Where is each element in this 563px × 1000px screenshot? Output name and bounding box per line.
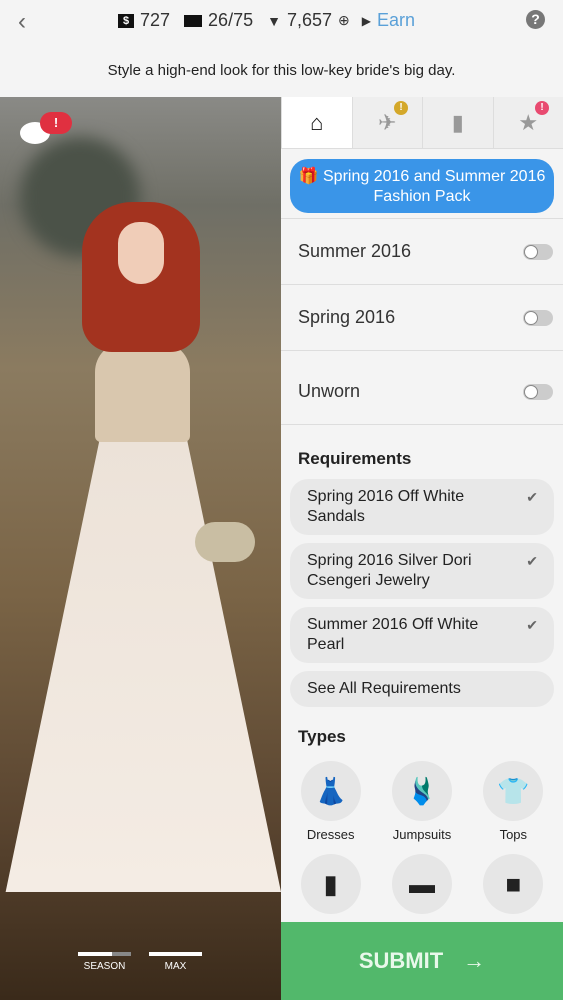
types-heading: Types bbox=[298, 727, 346, 746]
diamond-icon: ▼ bbox=[267, 12, 281, 29]
avatar-face bbox=[118, 222, 164, 284]
tab-hair[interactable]: ✈! bbox=[351, 97, 422, 148]
skirt-icon: ■ bbox=[483, 854, 544, 914]
filter-unworn: Unworn bbox=[281, 351, 563, 425]
filter-spring-2016: Spring 2016 bbox=[281, 285, 563, 351]
max-meter: MAX bbox=[149, 952, 202, 972]
dress-icon: 👗 bbox=[300, 761, 361, 821]
type-pants[interactable]: ▮ bbox=[291, 854, 371, 920]
requirement-item[interactable]: Summer 2016 Off White Pearl ✔ bbox=[290, 607, 554, 663]
diamonds-value: 7,657 bbox=[286, 10, 332, 30]
submit-button[interactable]: SUBMIT → bbox=[281, 922, 563, 1000]
category-tabs: ⌂ ✈! ▮ ★! bbox=[281, 97, 563, 149]
requirements-heading: Requirements bbox=[298, 449, 412, 468]
spring-2016-toggle[interactable] bbox=[523, 309, 553, 326]
lipstick-icon: ▮ bbox=[451, 109, 464, 135]
ticket-icon bbox=[184, 14, 203, 27]
hanger-icon: ⌂ bbox=[310, 109, 324, 135]
avatar-scene: ! SEASON MAX bbox=[0, 97, 281, 1000]
check-icon: ✔ bbox=[526, 553, 538, 569]
see-all-requirements-button[interactable]: See All Requirements bbox=[290, 671, 554, 707]
tickets-value: 26/75 bbox=[208, 10, 254, 30]
jumpsuit-icon: 🩱 bbox=[391, 761, 452, 821]
cash-value: 727 bbox=[140, 10, 171, 30]
requirement-item[interactable]: Spring 2016 Silver Dori Csengeri Jewelry… bbox=[290, 543, 554, 599]
top-bar: ‹ $ 727 26/75 ▼ 7,657 ⊕ ▶ Earn ? bbox=[0, 0, 563, 42]
unworn-toggle[interactable] bbox=[523, 383, 553, 400]
type-jumpsuits[interactable]: 🩱 Jumpsuits bbox=[382, 761, 462, 842]
arrow-right-icon: → bbox=[463, 948, 486, 973]
star-wand-icon: ★ bbox=[518, 109, 539, 135]
type-tops[interactable]: 👕 Tops bbox=[473, 761, 553, 842]
chat-badge: ! bbox=[40, 112, 72, 134]
tab-makeup[interactable]: ▮ bbox=[422, 97, 493, 148]
pants-icon: ▮ bbox=[300, 854, 361, 914]
shorts-icon: ▬ bbox=[391, 854, 452, 914]
avatar-clutch bbox=[195, 522, 255, 562]
avatar-bodice bbox=[95, 342, 190, 442]
top-icon: 👕 bbox=[483, 761, 544, 821]
styling-panel: ⌂ ✈! ▮ ★! 🎁 Spring 2016 and Summer 2016 … bbox=[281, 97, 563, 922]
check-icon: ✔ bbox=[526, 617, 538, 633]
score-meters: SEASON MAX bbox=[78, 952, 202, 972]
tab-clothing[interactable]: ⌂ bbox=[281, 97, 352, 148]
requirement-item[interactable]: Spring 2016 Off White Sandals ✔ bbox=[290, 479, 554, 535]
type-grid: 👗 Dresses 🩱 Jumpsuits 👕 Tops bbox=[281, 761, 563, 842]
type-dresses[interactable]: 👗 Dresses bbox=[291, 761, 371, 842]
add-diamonds-button[interactable]: ⊕ bbox=[338, 12, 350, 29]
hair-badge: ! bbox=[394, 101, 408, 115]
check-icon: ✔ bbox=[526, 489, 538, 505]
season-meter: SEASON bbox=[78, 952, 131, 972]
challenge-prompt: Style a high-end look for this low-key b… bbox=[107, 62, 456, 79]
back-button[interactable]: ‹ bbox=[18, 8, 26, 36]
type-skirts[interactable]: ■ bbox=[473, 854, 553, 920]
type-grid-row-2: ▮ ▬ ■ bbox=[281, 854, 563, 920]
cash-icon: $ bbox=[118, 13, 134, 28]
help-button[interactable]: ? bbox=[526, 10, 545, 29]
summer-2016-toggle[interactable] bbox=[523, 243, 553, 260]
currency-stats: $ 727 26/75 ▼ 7,657 ⊕ ▶ Earn bbox=[118, 10, 415, 31]
fashion-pack-button[interactable]: 🎁 Spring 2016 and Summer 2016 Fashion Pa… bbox=[290, 159, 554, 213]
extras-badge: ! bbox=[535, 101, 549, 115]
type-shorts[interactable]: ▬ bbox=[382, 854, 462, 920]
earn-link[interactable]: Earn bbox=[377, 10, 415, 31]
tab-extras[interactable]: ★! bbox=[492, 97, 563, 148]
avatar-gown bbox=[5, 432, 281, 892]
filter-summer-2016: Summer 2016 bbox=[281, 219, 563, 285]
hairdryer-icon: ✈ bbox=[378, 109, 397, 135]
play-icon: ▶ bbox=[361, 13, 371, 28]
